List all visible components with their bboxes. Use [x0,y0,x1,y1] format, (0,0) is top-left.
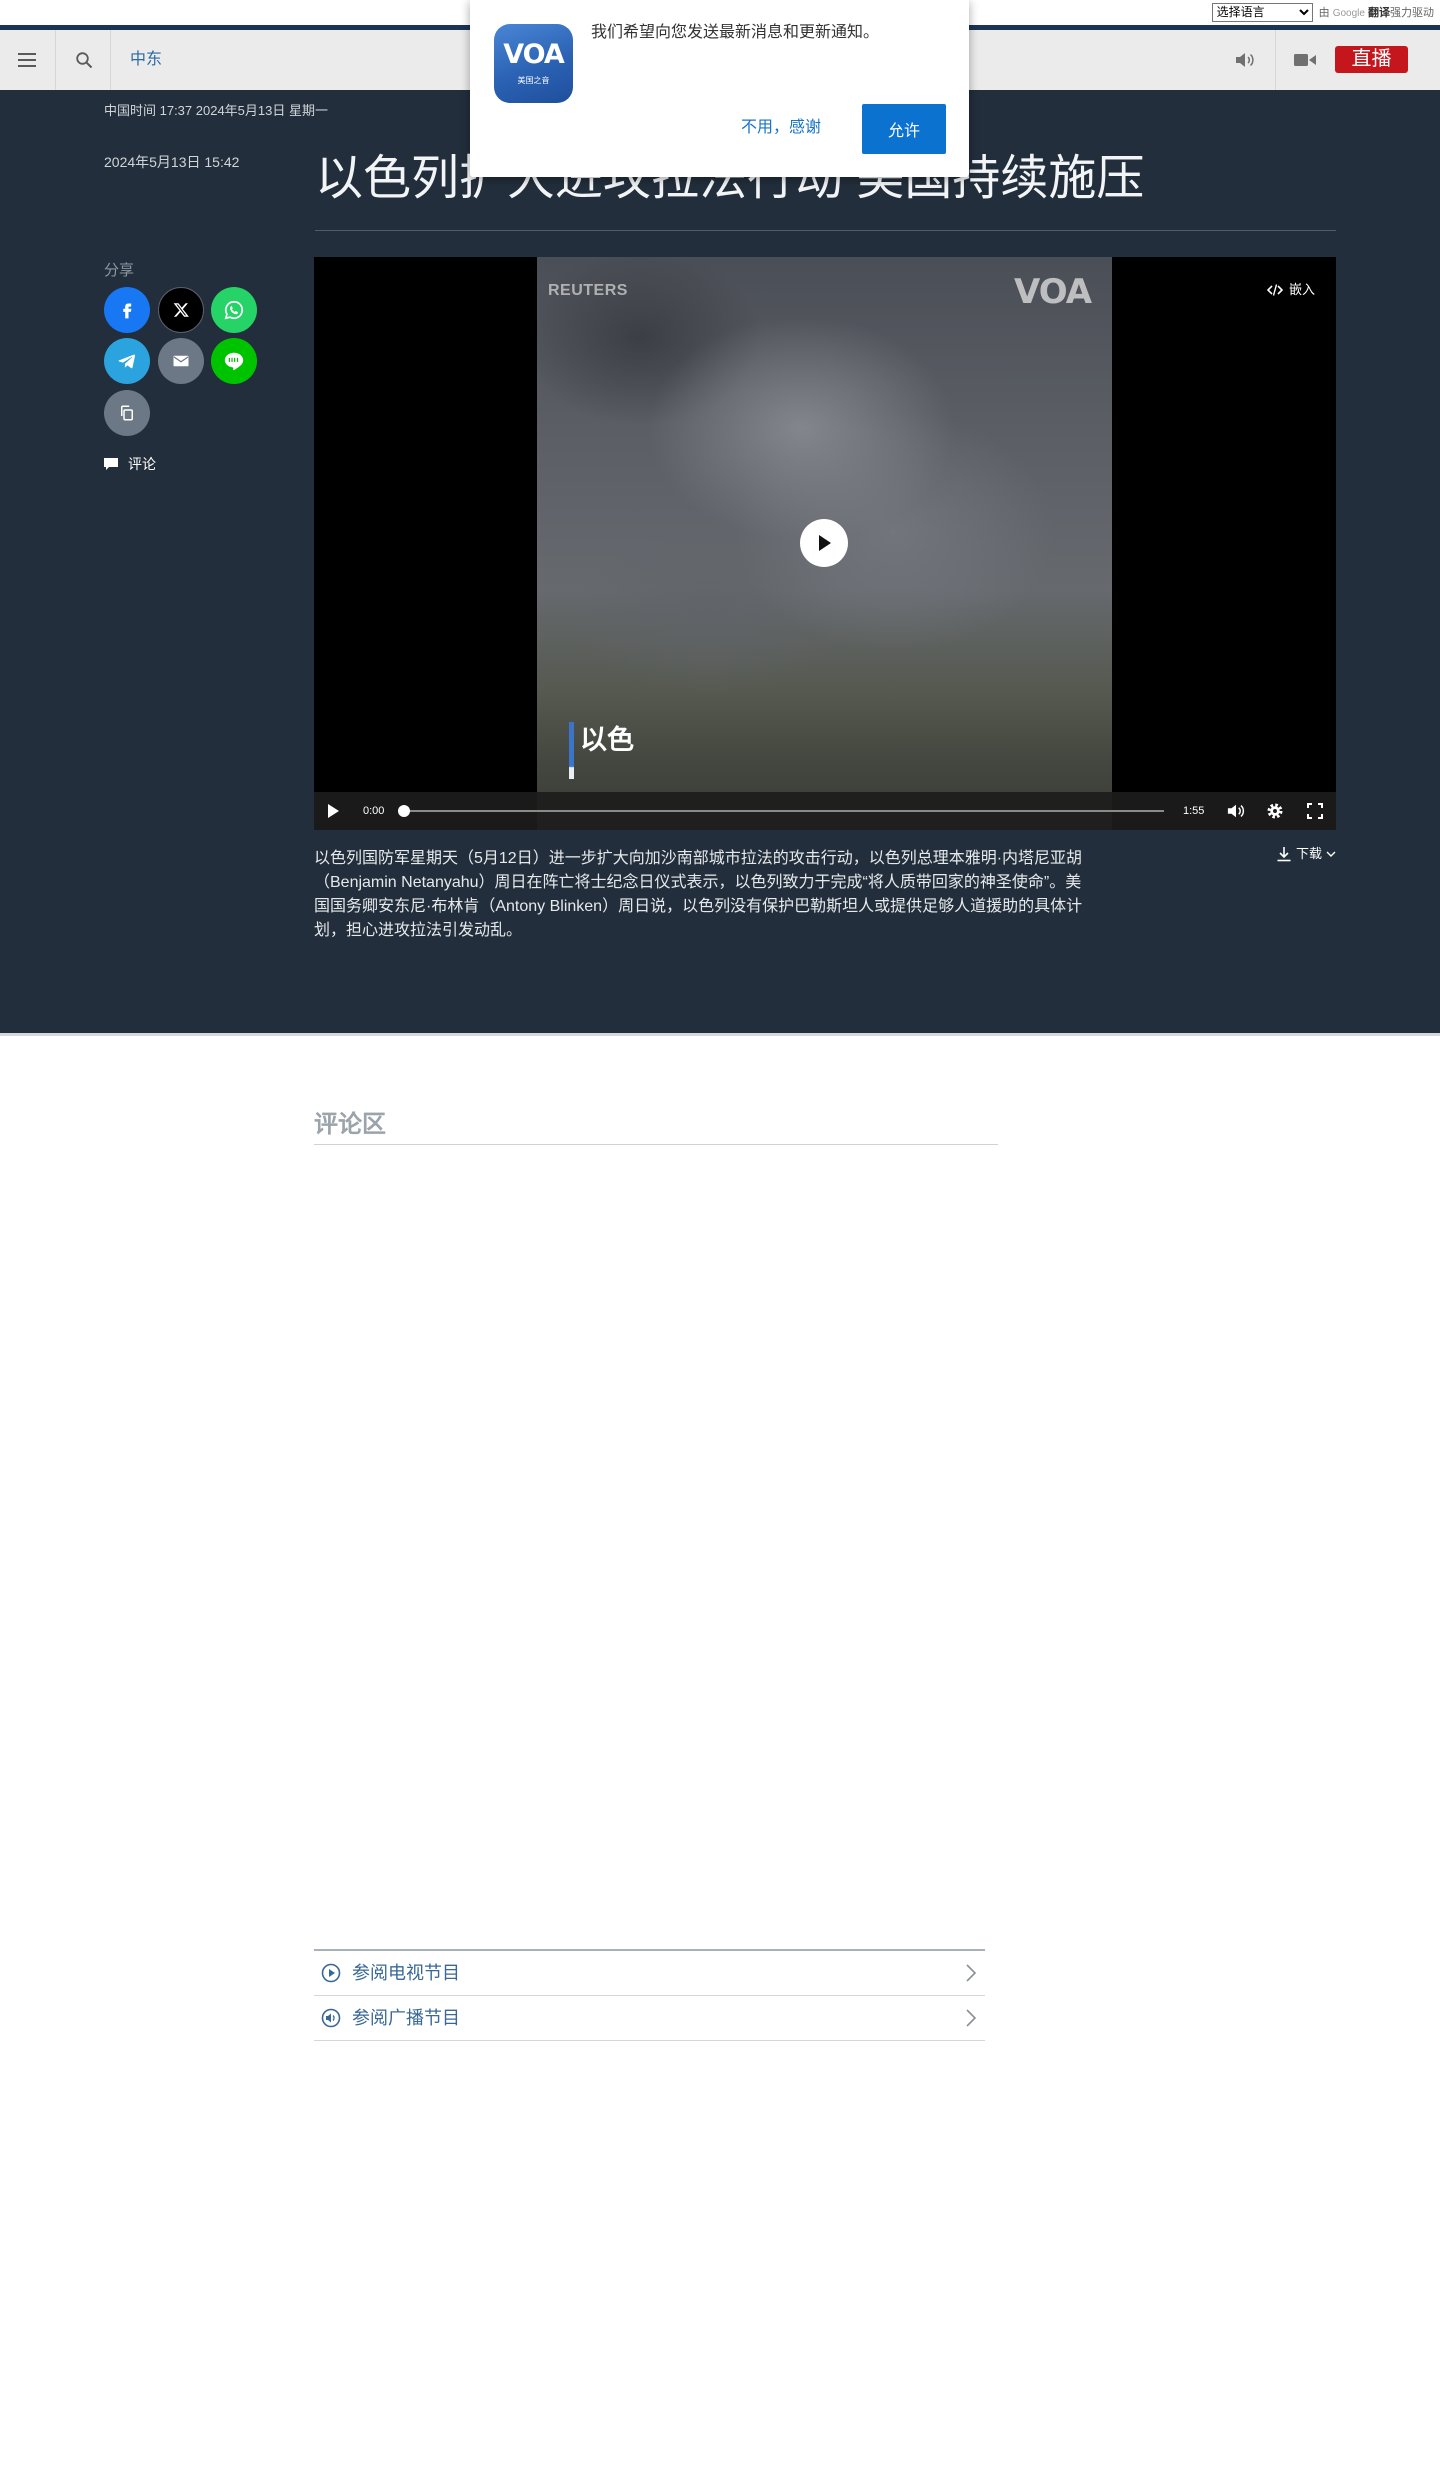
big-play-button[interactable] [800,519,848,567]
x-icon [173,303,189,317]
radio-programs-label: 参阅广播节目 [352,2008,460,2028]
progress-knob[interactable] [398,805,410,817]
publish-date: 2024年5月13日 15:42 [104,154,240,170]
comments-link-label: 评论 [128,456,156,472]
powered-by-suffix: 强力驱动 [1390,7,1434,19]
share-x-button[interactable] [158,287,204,333]
progress-track[interactable] [398,805,1164,817]
current-time: 0:00 [363,805,385,817]
powered-by-prefix: 由 [1318,7,1330,19]
app-icon-subtitle: 美国之音 [517,76,550,85]
video-player[interactable]: REUTERS VOA 嵌入 以色 0:00 1:55 [314,257,1336,830]
china-time: 中国时间 17:37 2024年5月13日 星期一 [104,103,328,118]
facebook-icon [123,303,132,319]
language-select[interactable]: 选择语言 [1211,2,1313,22]
share-line-button[interactable] [211,338,257,384]
google-brand: Google [1332,8,1365,19]
fullscreen-icon [1307,803,1323,819]
allow-button[interactable]: 允许 [862,104,946,154]
duration: 1:55 [1183,805,1205,817]
email-icon [173,355,189,367]
code-icon [1267,284,1283,296]
whatsapp-icon [224,300,244,320]
caption-accent-bar [569,722,574,779]
comment-icon [104,457,118,470]
volume-icon [1227,804,1245,818]
play-icon [328,804,339,818]
share-email-button[interactable] [158,338,204,384]
voa-app-icon: VOA 美国之音 [494,24,573,103]
download-button[interactable]: 下载 [1276,845,1336,863]
copy-link-icon [121,405,133,421]
play-icon [819,535,831,551]
powered-by-text: 由 Google 翻译强力驱动 [1319,4,1434,20]
notification-permission-dialog: VOA 美国之音 我们希望向您发送最新消息和更新通知。 不用，感谢 允许 [470,0,969,177]
share-label: 分享 [104,262,135,279]
tv-programs-label: 参阅电视节目 [352,1963,460,1983]
play-control-button[interactable] [326,804,340,818]
header-divider [55,30,56,90]
app-icon-logo: VOA [503,39,565,70]
telegram-icon [118,354,136,369]
video-controls: 0:00 1:55 [314,792,1336,830]
notification-message: 我们希望向您发送最新消息和更新通知。 [591,24,880,41]
gear-icon [1267,803,1283,819]
volume-button[interactable] [1227,802,1245,820]
voa-logo: VOA [1014,272,1092,312]
radio-programs-link[interactable]: 参阅广播节目 [314,1996,985,2041]
chevron-right-icon [966,2009,977,2027]
video-caption: 以色 [580,725,634,755]
video-camera-icon[interactable] [1294,53,1316,67]
comments-divider [314,1144,998,1145]
share-whatsapp-button[interactable] [211,287,257,333]
settings-button[interactable] [1266,802,1284,820]
translate-link[interactable]: 翻译 [1368,7,1390,19]
speaker-icon[interactable] [1235,51,1255,69]
translate-widget: 选择语言 由 Google 翻译强力驱动 [1211,2,1434,22]
copy-link-button[interactable] [104,390,150,436]
comments-heading: 评论区 [314,1111,386,1138]
article-summary: 以色列国防军星期天（5月12日）进一步扩大向加沙南部城市拉法的攻击行动，以色列总… [314,850,1083,939]
section-link-middle-east[interactable]: 中东 [130,50,162,70]
share-facebook-button[interactable] [104,287,150,333]
chevron-down-icon [1326,851,1336,857]
play-circle-icon [321,1963,341,1983]
hamburger-menu-icon[interactable] [18,53,36,67]
decline-button[interactable]: 不用，感谢 [741,118,821,138]
program-links: 参阅电视节目 参阅广播节目 [314,1949,985,2041]
section-divider [0,1033,1440,1036]
embed-button[interactable]: 嵌入 [1267,281,1315,299]
title-divider [315,230,1336,231]
header-divider [1275,30,1276,90]
reuters-watermark: REUTERS [548,282,628,299]
embed-label: 嵌入 [1289,282,1316,297]
search-icon[interactable] [75,51,93,69]
comments-link[interactable]: 评论 [104,455,156,473]
download-icon [1277,847,1291,862]
live-button[interactable]: 直播 [1335,46,1408,73]
chevron-right-icon [966,1964,977,1982]
header-divider [110,30,111,90]
line-icon [224,352,244,371]
speaker-circle-icon [321,2008,341,2028]
tv-programs-link[interactable]: 参阅电视节目 [314,1951,985,1996]
share-telegram-button[interactable] [104,338,150,384]
fullscreen-button[interactable] [1307,803,1323,819]
download-label: 下载 [1295,846,1322,861]
